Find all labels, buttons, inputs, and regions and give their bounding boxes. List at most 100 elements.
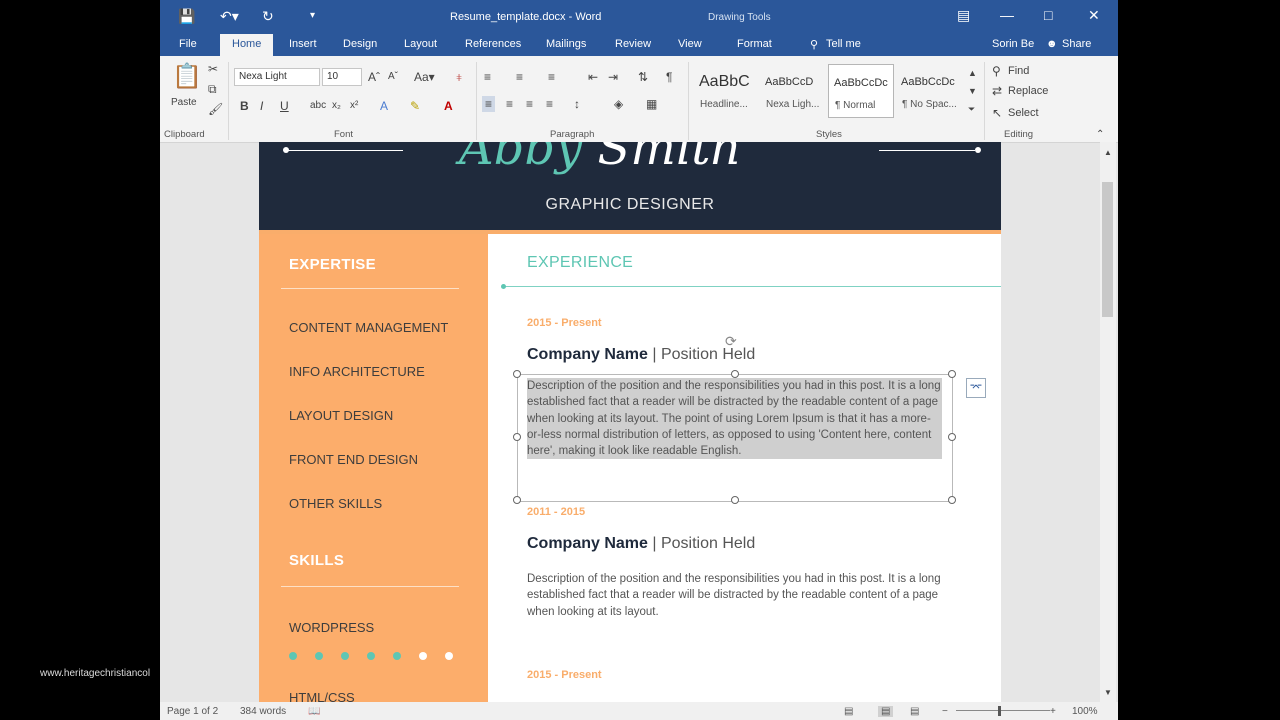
styles-scroll-up-icon[interactable]: ▲: [968, 66, 977, 80]
copy-icon[interactable]: ⧉: [208, 82, 217, 96]
zoom-slider[interactable]: [956, 710, 1050, 711]
group-label-clipboard: Clipboard: [164, 129, 205, 140]
underline-icon[interactable]: U: [280, 99, 289, 113]
numbering-icon[interactable]: ≡: [516, 70, 523, 84]
resize-handle[interactable]: [731, 496, 739, 504]
align-left-icon[interactable]: ≡: [482, 96, 496, 112]
find-button[interactable]: Find: [1008, 64, 1029, 78]
vertical-scrollbar[interactable]: ▲ ▼: [1100, 142, 1116, 702]
job-date: 2015 - Present: [527, 669, 602, 681]
tab-insert[interactable]: Insert: [289, 38, 317, 50]
undo-icon[interactable]: ↶▾: [220, 8, 239, 24]
tab-format[interactable]: Format: [737, 38, 772, 50]
resize-handle[interactable]: [948, 433, 956, 441]
cut-icon[interactable]: ✂: [208, 62, 218, 76]
resize-handle[interactable]: [513, 496, 521, 504]
expertise-item: LAYOUT DESIGN: [289, 408, 394, 423]
tab-mailings[interactable]: Mailings: [546, 38, 586, 50]
tab-references[interactable]: References: [465, 38, 521, 50]
rotate-handle-icon[interactable]: ⟳: [725, 334, 737, 348]
ribbon-tabs: File Home Insert Design Layout Reference…: [160, 34, 1118, 56]
resize-handle[interactable]: [948, 496, 956, 504]
style-nexa-light[interactable]: AaBbCcD Nexa Ligh...: [760, 64, 824, 116]
shading-icon[interactable]: ◈: [614, 97, 623, 111]
text-box-selection[interactable]: [517, 374, 953, 502]
divider: [281, 586, 459, 587]
tab-file[interactable]: File: [179, 38, 197, 50]
bold-icon[interactable]: B: [240, 99, 249, 113]
maximize-icon[interactable]: □: [1044, 7, 1052, 23]
redo-icon[interactable]: ↻: [262, 8, 274, 24]
replace-button[interactable]: Replace: [1008, 84, 1048, 98]
shrink-font-icon[interactable]: Aˇ: [388, 70, 398, 84]
format-painter-icon[interactable]: 🖌: [208, 102, 223, 116]
tab-view[interactable]: View: [678, 38, 702, 50]
italic-icon[interactable]: I: [260, 99, 263, 113]
tab-design[interactable]: Design: [343, 38, 377, 50]
proofing-icon[interactable]: 📖: [308, 706, 320, 717]
select-button[interactable]: Select: [1008, 106, 1039, 120]
pilcrow-icon[interactable]: ¶: [666, 70, 672, 84]
ribbon-display-icon[interactable]: ▤: [957, 7, 970, 24]
minimize-icon[interactable]: —: [1000, 7, 1014, 23]
tab-layout[interactable]: Layout: [404, 38, 437, 50]
justify-icon[interactable]: ≡: [546, 97, 553, 111]
save-icon[interactable]: 💾: [178, 8, 195, 24]
multilevel-list-icon[interactable]: ≡: [548, 70, 555, 84]
resize-handle[interactable]: [948, 370, 956, 378]
position-held: | Position Held: [652, 346, 756, 363]
styles-scroll-down-icon[interactable]: ▼: [968, 84, 977, 98]
grow-font-icon[interactable]: Aˆ: [368, 70, 380, 84]
style-headline[interactable]: AaBbC Headline...: [694, 64, 758, 116]
superscript-icon[interactable]: x²: [350, 99, 358, 113]
scroll-up-icon[interactable]: ▲: [1104, 146, 1112, 160]
increase-indent-icon[interactable]: ⇥: [608, 70, 618, 84]
subscript-icon[interactable]: x₂: [332, 99, 341, 113]
align-right-icon[interactable]: ≡: [526, 97, 533, 111]
zoom-level[interactable]: 100%: [1072, 706, 1098, 717]
highlight-icon[interactable]: ✎: [410, 99, 420, 113]
zoom-in-icon[interactable]: +: [1050, 706, 1056, 717]
resize-handle[interactable]: [731, 370, 739, 378]
strikethrough-icon[interactable]: abc: [310, 99, 326, 113]
align-center-icon[interactable]: ≡: [506, 97, 513, 111]
sort-icon[interactable]: ⇅: [638, 70, 648, 84]
paste-button[interactable]: Paste: [171, 96, 197, 110]
scroll-thumb[interactable]: [1102, 182, 1113, 317]
tell-me-box[interactable]: Tell me: [826, 38, 861, 50]
font-name-dropdown[interactable]: Nexa Light: [234, 68, 320, 86]
web-layout-icon[interactable]: ▤: [910, 706, 919, 717]
customize-toolbar-icon[interactable]: ▾: [310, 8, 315, 24]
style-normal[interactable]: AaBbCcDc ¶ Normal: [828, 64, 894, 118]
share-button[interactable]: Share: [1062, 38, 1091, 50]
style-no-spacing[interactable]: AaBbCcDc ¶ No Spac...: [896, 64, 960, 116]
tab-home[interactable]: Home: [220, 34, 274, 56]
decrease-indent-icon[interactable]: ⇤: [588, 70, 598, 84]
word-count[interactable]: 384 words: [240, 706, 286, 717]
line-spacing-icon[interactable]: ↕: [574, 97, 580, 111]
resize-handle[interactable]: [513, 370, 521, 378]
bullets-icon[interactable]: ≡: [484, 70, 491, 84]
read-mode-icon[interactable]: ▤: [844, 706, 853, 717]
page-count[interactable]: Page 1 of 2: [167, 706, 218, 717]
clipboard-icon[interactable]: 📋: [172, 64, 202, 90]
separator: [476, 62, 477, 140]
zoom-out-icon[interactable]: −: [942, 706, 948, 717]
collapse-ribbon-icon[interactable]: ⌃: [1096, 128, 1104, 142]
clear-formatting-icon[interactable]: ⧧: [456, 70, 462, 84]
header-rule-left: [287, 150, 403, 151]
print-layout-icon[interactable]: ▤: [878, 706, 894, 717]
text-effects-icon[interactable]: A: [380, 99, 388, 113]
layout-options-icon[interactable]: ⌤: [966, 378, 986, 398]
scroll-down-icon[interactable]: ▼: [1104, 686, 1112, 700]
font-size-dropdown[interactable]: 10: [322, 68, 362, 86]
close-icon[interactable]: ✕: [1088, 7, 1100, 24]
change-case-icon[interactable]: Aa▾: [414, 70, 435, 84]
zoom-slider-thumb[interactable]: [998, 706, 1001, 716]
borders-icon[interactable]: ▦: [646, 97, 657, 111]
user-name[interactable]: Sorin Be: [992, 38, 1034, 50]
font-color-icon[interactable]: A: [444, 99, 453, 113]
tab-review[interactable]: Review: [615, 38, 651, 50]
resize-handle[interactable]: [513, 433, 521, 441]
styles-more-icon[interactable]: ⏷: [968, 102, 975, 116]
